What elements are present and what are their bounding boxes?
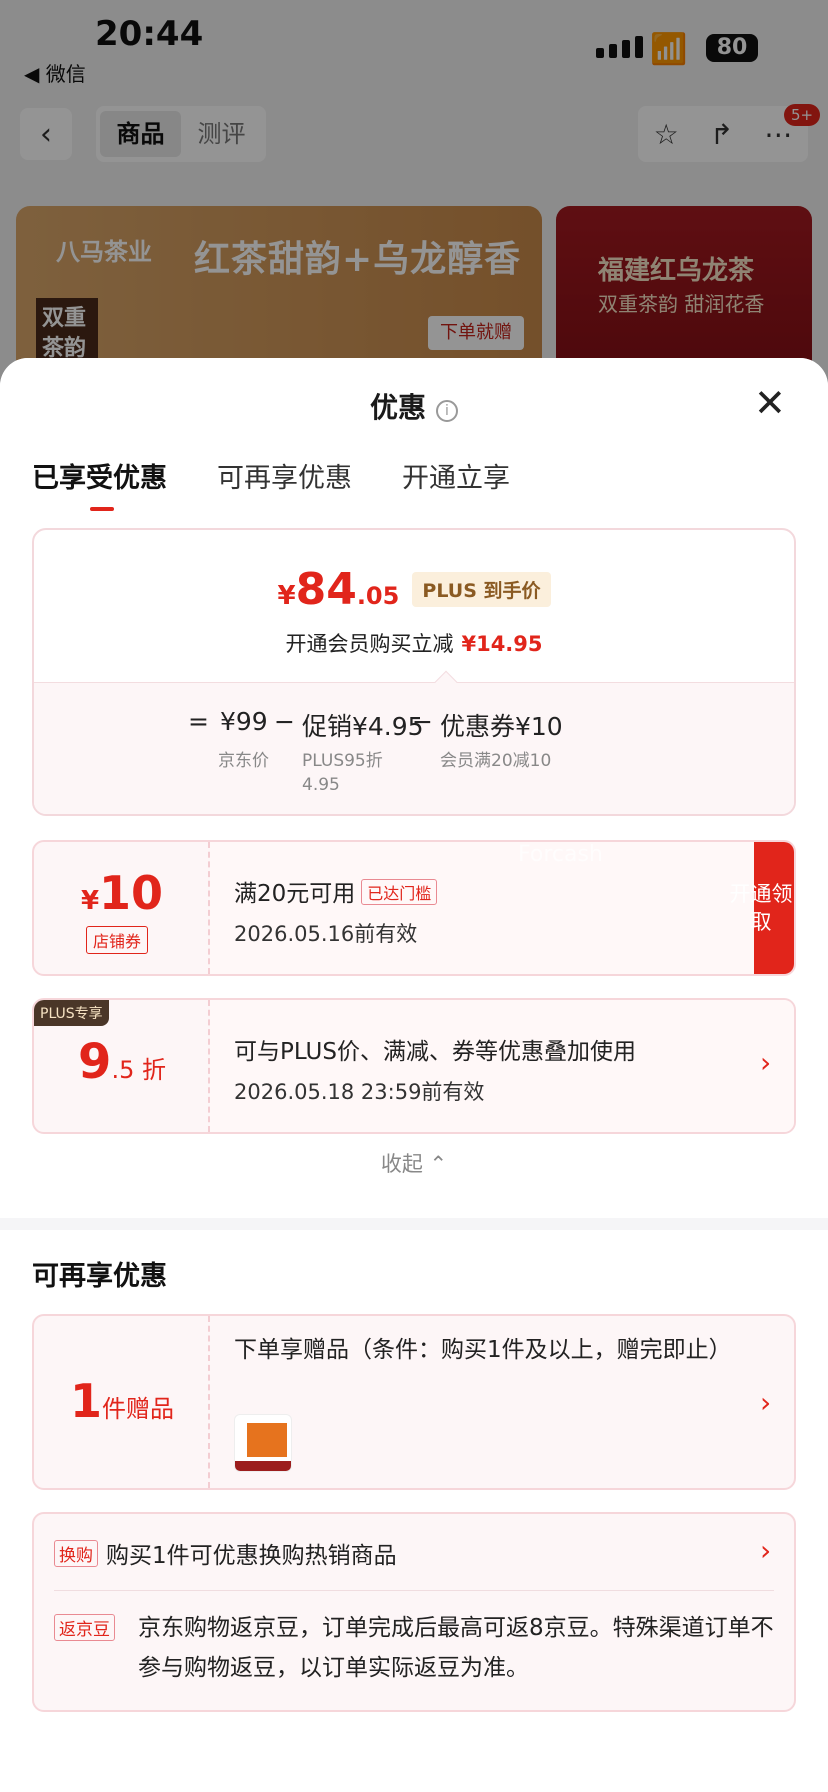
promo-amount: 促销¥4.95: [302, 712, 424, 741]
sheet-top-section: 优惠 i ✕ 已享受优惠 可再享优惠 开通立享 ¥84.05 PLUS 到手价 开…: [0, 358, 828, 1218]
close-icon[interactable]: ✕: [754, 384, 786, 422]
coupon-right: Forcash 满20元可用 已达门槛 2026.05.16前有效: [210, 842, 794, 974]
sheet-title: 优惠 i: [0, 386, 828, 426]
divider: [54, 1590, 774, 1591]
gift-count: 1件赠品: [69, 1374, 174, 1428]
coupon-amount-value: ¥10: [80, 866, 164, 920]
tab-enjoyed[interactable]: 已享受优惠: [32, 456, 167, 511]
base-price: ¥99: [220, 707, 268, 736]
discount-sheet: 优惠 i ✕ 已享受优惠 可再享优惠 开通立享 ¥84.05 PLUS 到手价 开…: [0, 358, 828, 1792]
exchange-text: 购买1件可优惠换购热销商品: [106, 1543, 397, 1569]
minus-sign: −: [412, 707, 433, 736]
base-price-label: 京东价: [218, 751, 269, 771]
discount-left: PLUS专享 9.5 折: [34, 1000, 210, 1132]
promo-label: PLUS95折 4.95: [302, 751, 383, 795]
claim-button[interactable]: 开通领取: [724, 880, 794, 936]
gift-thumbnail[interactable]: [234, 1414, 292, 1472]
more-discounts-section: 可再享优惠 1件赠品 下单享赠品（条件：购买1件及以上，赠完即止） › 换购 购买…: [0, 1230, 828, 1792]
final-price-row: ¥84.05 PLUS 到手价: [34, 564, 794, 615]
final-price: ¥84.05: [277, 564, 400, 615]
section-title: 可再享优惠: [32, 1261, 167, 1292]
gift-description: 下单享赠品（条件：购买1件及以上，赠完即止）: [234, 1337, 732, 1363]
discount-value: 9.5 折: [78, 1034, 166, 1090]
coupon-label: 会员满20减10: [440, 751, 552, 771]
member-saving-row: 开通会员购买立减 ¥14.95: [285, 632, 543, 656]
shop-coupon-tag: 店铺券: [86, 926, 149, 954]
threshold-reached-tag: 已达门槛: [361, 879, 438, 905]
plus-discount-card[interactable]: PLUS专享 9.5 折 可与PLUS价、满减、券等优惠叠加使用 2026.05…: [32, 998, 796, 1134]
tab-open[interactable]: 开通立享: [402, 456, 510, 495]
chevron-right-icon[interactable]: ›: [760, 1046, 771, 1079]
chevron-right-icon[interactable]: ›: [760, 1386, 771, 1419]
tab-more[interactable]: 可再享优惠: [217, 456, 352, 495]
discount-description: 可与PLUS价、满减、券等优惠叠加使用: [234, 1039, 636, 1065]
extra-benefits-card: 换购 购买1件可优惠换购热销商品 › 返京豆 京东购物返京豆，订单完成后最高可返8…: [32, 1512, 796, 1712]
info-icon[interactable]: i: [436, 400, 458, 422]
collapse-button[interactable]: 收起 ⌃: [0, 1148, 828, 1178]
coupon-amount: 优惠券¥10: [440, 712, 563, 741]
gift-left: 1件赠品: [34, 1316, 210, 1488]
price-summary-card: ¥84.05 PLUS 到手价 开通会员购买立减 ¥14.95 = ¥99 − 促…: [32, 528, 796, 816]
discount-validity: 2026.05.18 23:59前有效: [234, 1080, 485, 1104]
coupon-condition: 满20元可用 已达门槛: [234, 874, 438, 908]
sheet-title-text: 优惠: [369, 391, 426, 424]
coupon-validity: 2026.05.16前有效: [234, 922, 418, 946]
gift-card[interactable]: 1件赠品 下单享赠品（条件：购买1件及以上，赠完即止） ›: [32, 1314, 796, 1490]
plus-exclusive-badge: PLUS专享: [34, 1000, 109, 1026]
price-breakdown: = ¥99 − 促销¥4.95 − 优惠券¥10 京东价 PLUS95折 4.95…: [34, 682, 794, 814]
minus-sign: −: [274, 707, 295, 736]
chevron-right-icon[interactable]: ›: [760, 1534, 771, 1567]
equals-sign: =: [188, 707, 209, 736]
exchange-tag: 换购: [54, 1540, 98, 1567]
exchange-row[interactable]: 换购 购买1件可优惠换购热销商品: [54, 1536, 397, 1570]
jingdou-tag: 返京豆: [54, 1614, 115, 1641]
shop-coupon-card[interactable]: ¥10 店铺券 Forcash 满20元可用 已达门槛 2026.05.16前有效…: [32, 840, 796, 976]
coupon-left: ¥10 店铺券: [34, 842, 210, 974]
jingdou-text: 京东购物返京豆，订单完成后最高可返8京豆。特殊渠道订单不参与购物返豆，以订单实际…: [138, 1615, 774, 1681]
discount-tabs: 已享受优惠 可再享优惠 开通立享: [32, 456, 510, 511]
jingdou-tag-wrap: 返京豆: [54, 1614, 115, 1641]
watermark: Forcash: [518, 842, 603, 867]
plus-price-tag: PLUS 到手价: [412, 572, 551, 607]
discount-right: 可与PLUS价、满减、券等优惠叠加使用 2026.05.18 23:59前有效: [210, 1000, 794, 1132]
